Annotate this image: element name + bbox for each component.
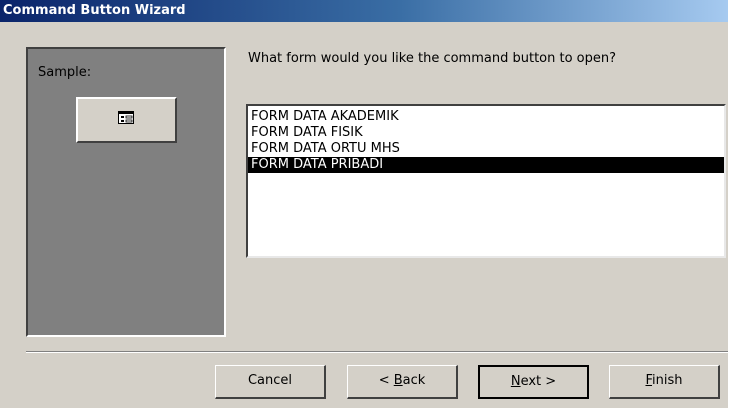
cancel-button-label: Cancel <box>247 373 293 388</box>
title-bar[interactable]: Command Button Wizard <box>0 0 728 22</box>
list-item[interactable]: FORM DATA FISIK <box>248 125 724 141</box>
sample-label: Sample: <box>38 65 92 80</box>
back-button-rest: ack <box>402 373 426 388</box>
wizard-dialog: Command Button Wizard Sample: What form … <box>0 0 728 408</box>
forms-listbox[interactable]: FORM DATA AKADEMIK FORM DATA FISIK FORM DA… <box>246 104 726 258</box>
separator <box>26 351 728 353</box>
list-item[interactable]: FORM DATA PRIBADI <box>248 157 724 173</box>
next-button-rest: ext > <box>520 374 557 389</box>
question-prompt: What form would you like the command but… <box>248 51 617 66</box>
form-icon <box>118 111 134 124</box>
back-button-prefix: < <box>378 373 394 388</box>
list-item[interactable]: FORM DATA ORTU MHS <box>248 141 724 157</box>
next-button[interactable]: Next > <box>478 365 589 399</box>
cancel-button[interactable]: Cancel <box>215 365 326 399</box>
sample-command-button <box>76 97 177 143</box>
finish-button-rest: inish <box>652 373 683 388</box>
finish-button[interactable]: Finish <box>609 365 720 399</box>
window-title: Command Button Wizard <box>3 3 186 18</box>
next-button-mnemonic: N <box>510 374 521 389</box>
list-item[interactable]: FORM DATA AKADEMIK <box>248 109 724 125</box>
back-button[interactable]: < Back <box>347 365 458 399</box>
back-button-mnemonic: B <box>393 373 403 388</box>
sample-panel: Sample: <box>26 47 226 337</box>
